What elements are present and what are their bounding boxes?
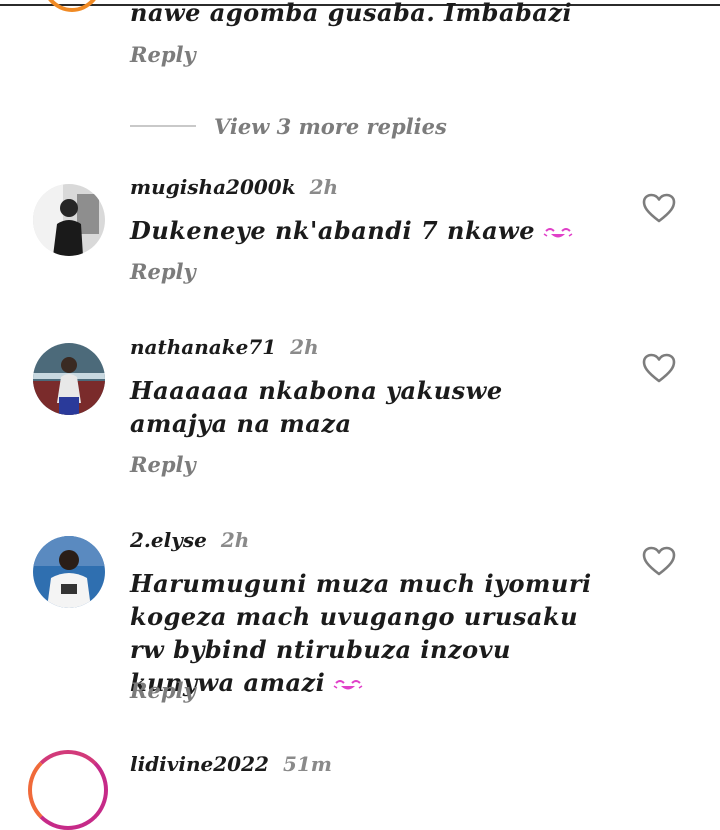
comment-username[interactable]: lidivine2022 51m: [130, 752, 332, 776]
comment-username[interactable]: mugisha2000k 2h: [130, 175, 338, 199]
comment-text: Dukeneye nk'abandi 7 nkawe: [130, 214, 610, 247]
avatar[interactable]: [33, 536, 105, 608]
timestamp: 51m: [282, 752, 332, 776]
username[interactable]: lidivine2022: [130, 752, 269, 776]
username[interactable]: 2.elyse: [130, 528, 207, 552]
avatar[interactable]: [33, 343, 105, 415]
reply-button[interactable]: Reply: [130, 678, 196, 703]
timestamp: 2h: [309, 175, 339, 199]
username[interactable]: nathanake71: [130, 335, 276, 359]
comment-text: Harumuguni muza much iyomuri kogeza mach…: [130, 567, 610, 699]
view-more-label: View 3 more replies: [214, 113, 447, 139]
timestamp: 2h: [220, 528, 250, 552]
comment-username[interactable]: nathanake71 2h: [130, 335, 319, 359]
view-more-replies-button[interactable]: View 3 more replies: [130, 112, 447, 140]
avatar[interactable]: [28, 750, 108, 830]
comment-username[interactable]: 2.elyse 2h: [130, 528, 249, 552]
reply-button[interactable]: Reply: [130, 259, 196, 284]
like-heart-icon[interactable]: [641, 352, 677, 384]
like-heart-icon[interactable]: [641, 192, 677, 224]
laughing-emoji-icon: [543, 227, 573, 237]
laughing-emoji-icon: [333, 679, 363, 689]
like-heart-icon[interactable]: [641, 545, 677, 577]
avatar[interactable]: [40, 0, 104, 12]
username[interactable]: mugisha2000k: [130, 175, 296, 199]
avatar[interactable]: [33, 184, 105, 256]
comment-text: nawe agomba gusaba. Imbabazi: [130, 0, 573, 27]
divider-line: [130, 125, 196, 127]
comment-text: Haaaaaa nkabona yakuswe amajya na maza: [130, 376, 503, 438]
reply-button[interactable]: Reply: [130, 42, 196, 67]
reply-button[interactable]: Reply: [130, 452, 196, 477]
comment-body: Dukeneye nk'abandi 7 nkawe: [130, 216, 536, 245]
timestamp: 2h: [290, 335, 319, 359]
